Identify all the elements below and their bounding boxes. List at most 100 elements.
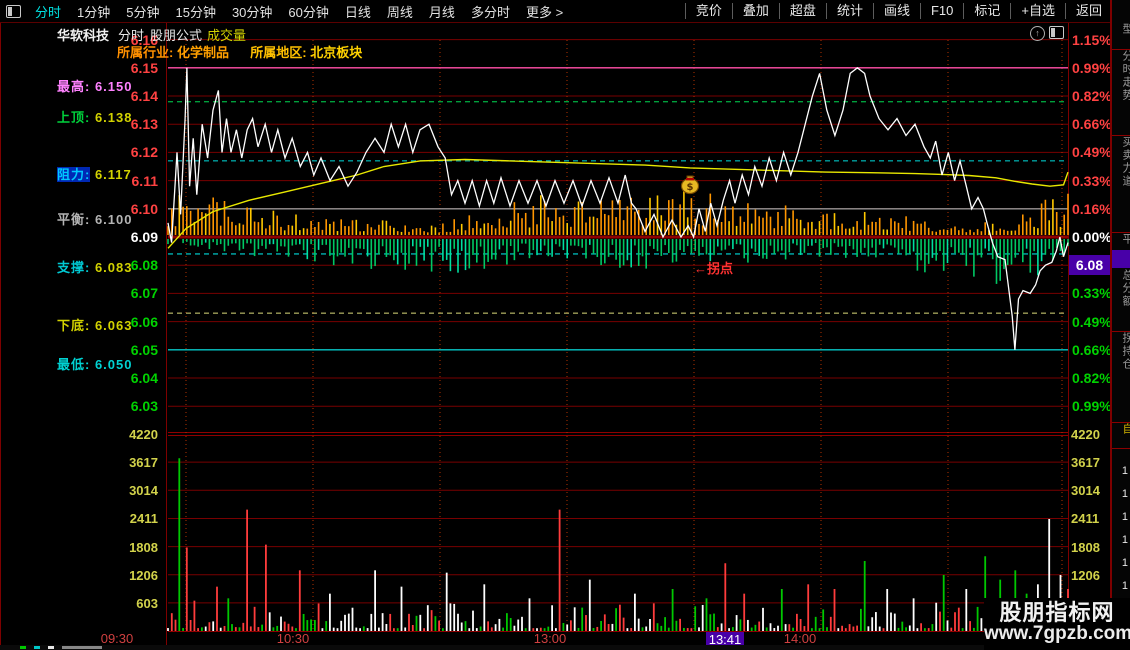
statusbar-edge	[0, 645, 1130, 650]
volume-axis-label-right: 1206	[1071, 567, 1100, 583]
level-label: 最低: 6.050	[57, 354, 133, 373]
statusbar-mark	[20, 646, 26, 649]
level-name: 上顶:	[57, 110, 91, 126]
tab-period-9[interactable]: 多分时	[463, 2, 518, 21]
menu-tool-0[interactable]: 竞价	[684, 3, 732, 19]
sidebar-fragment-text: 分时走势	[1122, 50, 1130, 102]
sidebar-tab-fragment[interactable]: 拐持仓	[1112, 332, 1130, 423]
level-name: 阻力:	[57, 166, 91, 182]
level-value: 6.050	[90, 356, 133, 372]
volume-axis-label-left: 603	[136, 595, 158, 611]
level-name: 平衡:	[57, 211, 91, 227]
level-name: 最低:	[57, 356, 91, 372]
menu-tool-2[interactable]: 超盘	[778, 3, 826, 19]
percent-axis-label: 0.82%	[1072, 88, 1112, 104]
percent-axis-label: 0.33%	[1072, 285, 1112, 302]
sidebar-list-number: 1	[1121, 534, 1128, 546]
percent-axis-label: 1.15%	[1072, 31, 1112, 48]
percent-axis-label: 0.00%	[1072, 229, 1112, 245]
tab-period-4[interactable]: 30分钟	[224, 2, 280, 21]
sidebar-tab-fragment[interactable]: 分时走势	[1112, 50, 1130, 136]
sidebar-list-number: 1	[1121, 465, 1128, 477]
level-value: 6.138	[90, 110, 133, 126]
volume-axis-label-left: 2411	[129, 511, 158, 527]
menu-tool-3[interactable]: 统计	[825, 3, 873, 19]
trading-app-window: $ 分时 1分钟 5分钟 15分钟 30分钟 60分钟 日线 周线 月线 多分时 更多 > 竞价 叠加…	[0, 0, 1130, 650]
sidebar-tab-fragment[interactable]: 型	[1112, 23, 1130, 50]
level-value: 6.117	[90, 166, 132, 182]
period-tabs: 分时 1分钟 5分钟 15分钟 30分钟 60分钟 日线 周线 月线 多分时 更多 >	[27, 2, 571, 21]
menu-tool-6[interactable]: 标记	[963, 3, 1010, 19]
level-name: 下底:	[57, 317, 91, 333]
sidebar-list-number: 1	[1121, 488, 1128, 500]
level-value: 6.150	[90, 79, 133, 95]
level-label: 最高: 6.150	[57, 76, 133, 95]
tab-period-3[interactable]: 15分钟	[167, 2, 223, 21]
sidebar-tab-fragment[interactable]: 总分额	[1112, 269, 1130, 332]
time-axis-label: 14:00	[783, 631, 817, 646]
menu-tool-1[interactable]: 叠加	[731, 3, 779, 19]
time-axis-label: 10:30	[276, 631, 310, 646]
volume-axis-label-left: 3014	[129, 483, 158, 499]
area-value: 北京板块	[310, 45, 363, 60]
sidebar-list-number: 1	[1121, 557, 1128, 569]
time-axis-label: 09:30	[100, 631, 134, 646]
tab-period-5[interactable]: 60分钟	[280, 2, 336, 21]
level-label: 平衡: 6.100	[57, 209, 133, 228]
money-bag-icon: $	[680, 175, 700, 195]
volume-axis-label-left: 1206	[129, 567, 158, 583]
level-label: 上顶: 6.138	[57, 107, 133, 126]
area-label: 所属地区:	[250, 45, 307, 60]
indicator-label[interactable]: 成交量	[207, 25, 246, 44]
level-label: 支撑: 6.083	[57, 257, 133, 276]
collapsed-quote-sidebar[interactable]: 型分时走势买卖力道平总分额拐持仓自1111111	[1110, 0, 1130, 645]
percent-axis-label: 0.99%	[1072, 59, 1112, 76]
sidebar-tab-fragment[interactable]: 自	[1112, 423, 1130, 449]
sidebar-fragment-text: 平	[1122, 233, 1130, 246]
sidebar-fragment-text: 型	[1122, 23, 1130, 36]
panel-toggle-icon[interactable]	[6, 4, 21, 18]
percent-axis-label: 0.66%	[1072, 116, 1112, 133]
statusbar-mark	[62, 646, 102, 649]
percent-axis-label: 0.66%	[1072, 341, 1112, 358]
statusbar-mark	[34, 646, 40, 649]
period-menubar: 分时 1分钟 5分钟 15分钟 30分钟 60分钟 日线 周线 月线 多分时 更多 > 竞价 叠加 超盘…	[0, 0, 1112, 23]
chart-period-label[interactable]: 分时	[118, 25, 144, 44]
level-value: 6.100	[90, 211, 133, 227]
stock-name[interactable]: 华软科技	[57, 25, 109, 44]
tab-period-0[interactable]: 分时	[27, 2, 69, 21]
menu-tool-5[interactable]: F10	[919, 3, 963, 19]
menu-tool-4[interactable]: 画线	[872, 3, 920, 19]
sidebar-tab-fragment[interactable]: 平	[1112, 233, 1130, 251]
tab-period-6[interactable]: 日线	[337, 2, 379, 21]
sidebar-fragment-text: 总分额	[1122, 269, 1130, 308]
level-label: 阻力: 6.117	[57, 164, 132, 183]
level-value: 6.063	[90, 317, 133, 333]
percent-axis-label: 0.82%	[1072, 370, 1112, 386]
price-axis-label: 6.07	[130, 285, 158, 302]
level-name: 支撑:	[57, 259, 91, 275]
percent-axis-label: 0.33%	[1072, 172, 1112, 189]
tab-period-8[interactable]: 月线	[421, 2, 463, 21]
tab-period-10[interactable]: 更多 >	[518, 2, 571, 21]
menu-tool-8[interactable]: 返回	[1064, 3, 1112, 19]
volume-axis-label-right: 1808	[1071, 539, 1100, 555]
split-panel-icon[interactable]	[1049, 26, 1064, 39]
watermark: 股朋指标网 www.7gpzb.com	[984, 598, 1130, 650]
price-axis-label: 6.12	[130, 144, 158, 161]
inflection-annotation: ←拐点	[694, 261, 734, 276]
percent-axis-label: 0.49%	[1072, 144, 1112, 161]
expand-up-icon[interactable]: ↑	[1030, 26, 1045, 41]
menu-tool-7[interactable]: +自选	[1010, 3, 1065, 19]
tab-period-2[interactable]: 5分钟	[118, 2, 167, 21]
sidebar-tab-fragment[interactable]: 买卖力道	[1112, 136, 1130, 233]
tab-period-7[interactable]: 周线	[379, 2, 421, 21]
sidebar-fragment-text: 拐持仓	[1122, 332, 1130, 371]
percent-axis-label: 0.99%	[1072, 398, 1112, 415]
level-label: 下底: 6.063	[57, 315, 133, 334]
formula-label[interactable]: 股朋公式	[150, 25, 202, 44]
tab-period-1[interactable]: 1分钟	[69, 2, 118, 21]
svg-text:$: $	[687, 182, 694, 193]
industry-value: 化学制品	[176, 45, 229, 60]
level-name: 最高:	[57, 79, 91, 95]
